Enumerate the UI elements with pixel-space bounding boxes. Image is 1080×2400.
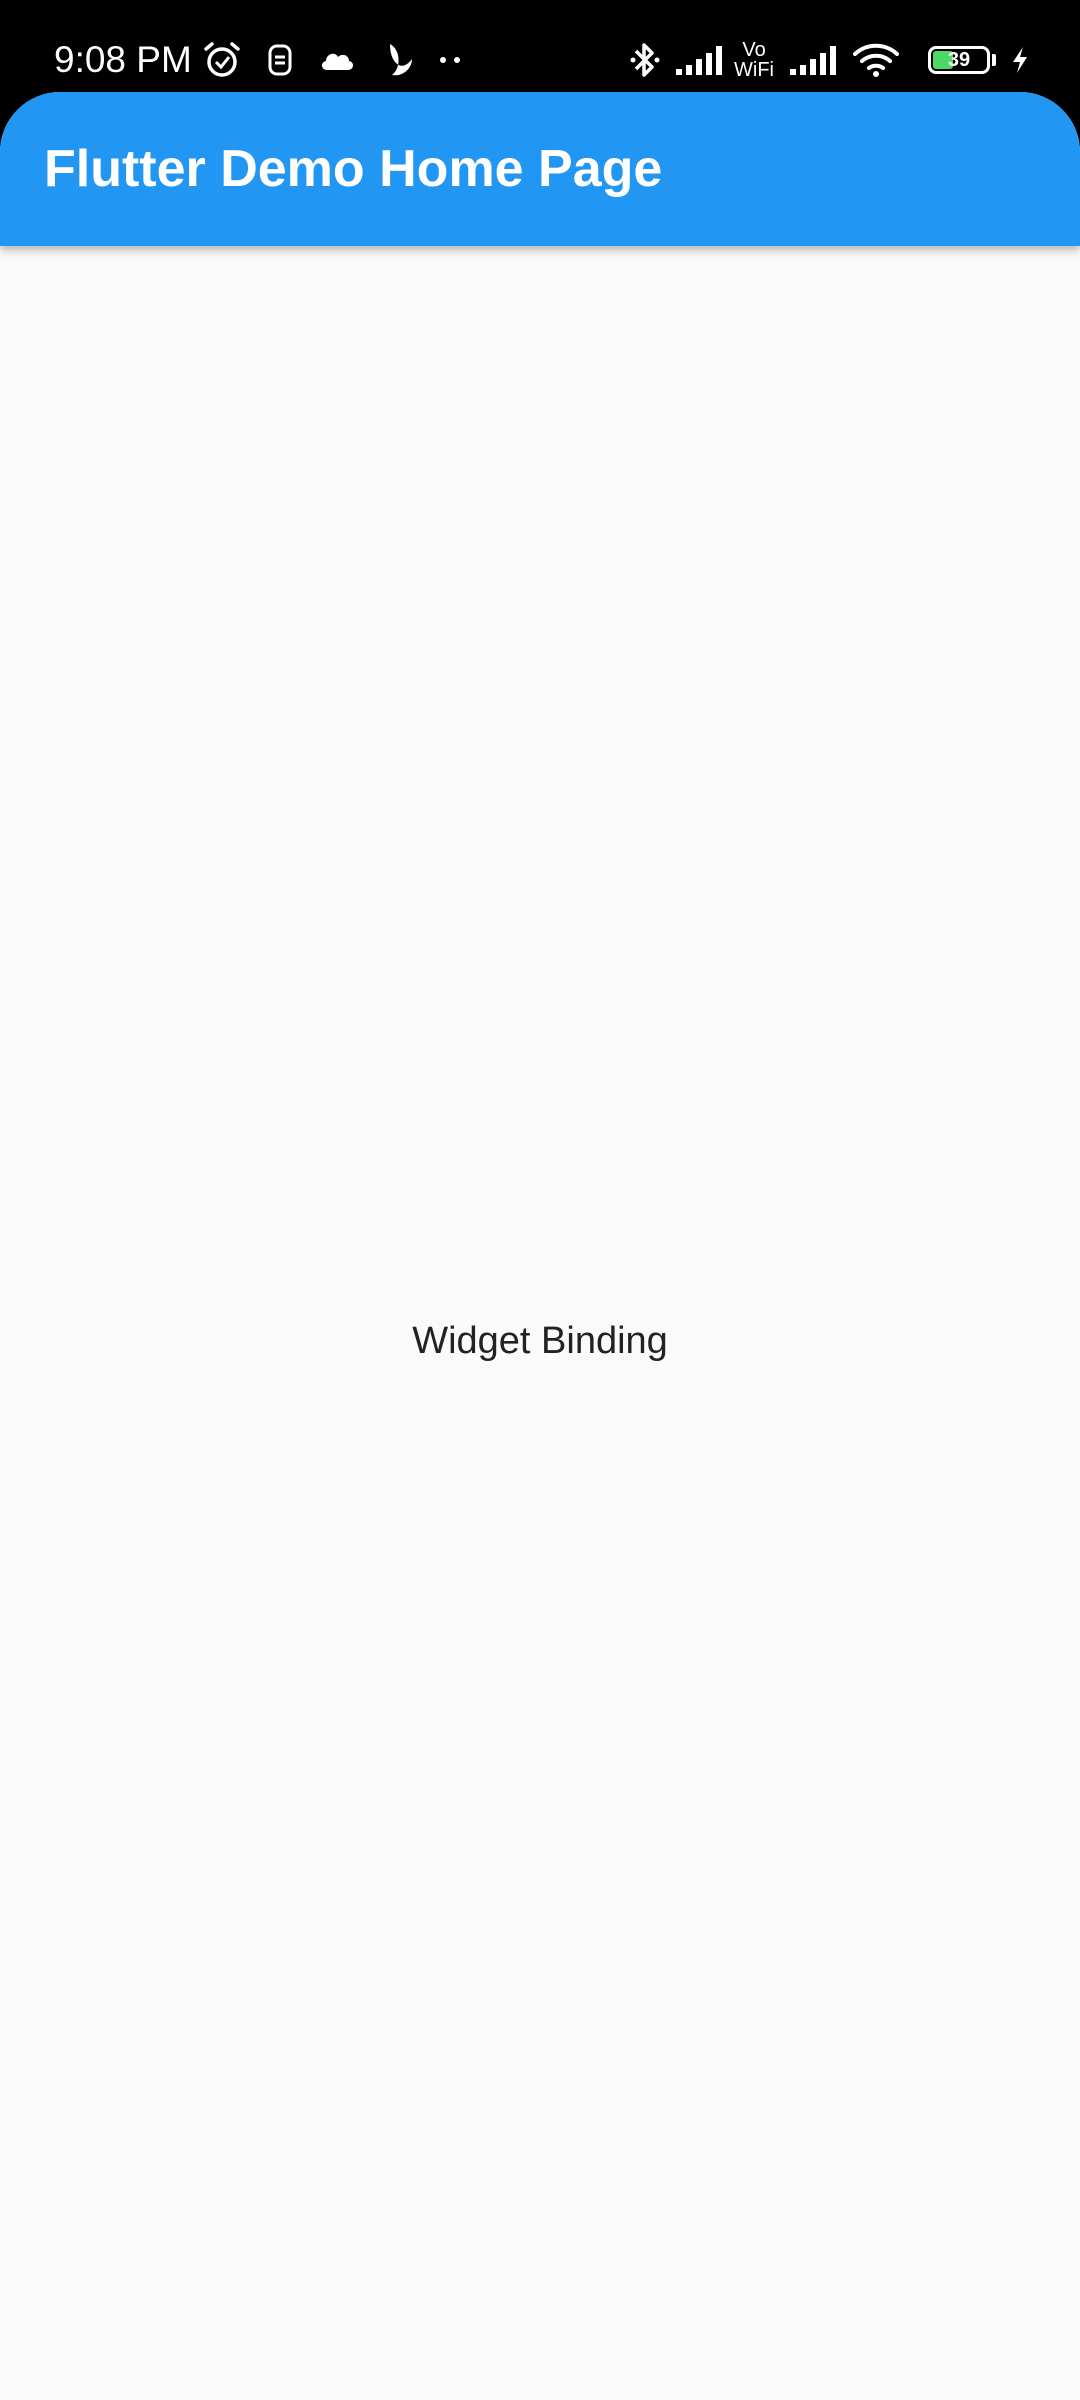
phone-screen: 9:08 PM Vo WiFi 39 Flutter Demo Home Pag…: [0, 0, 1080, 2400]
sim-toolkit-icon: [266, 42, 294, 78]
vowifi-line2: WiFi: [734, 59, 774, 81]
do-not-disturb-moon-icon: [380, 41, 414, 79]
status-time: 9:08 PM: [54, 39, 192, 80]
battery-tip: [992, 54, 996, 66]
signal-strength-2-icon: [788, 43, 838, 77]
vowifi-icon: Vo WiFi: [734, 40, 774, 80]
alarm-icon: [202, 40, 242, 80]
app-bar: Flutter Demo Home Page: [0, 92, 1080, 246]
charging-bolt-icon: [1010, 45, 1030, 75]
status-bar: 9:08 PM Vo WiFi 39: [0, 0, 1080, 92]
more-notifications-icon: [438, 55, 462, 65]
cloud-icon: [318, 46, 356, 74]
app-surface: Flutter Demo Home Page Widget Binding: [0, 92, 1080, 2400]
app-bar-title: Flutter Demo Home Page: [44, 140, 663, 198]
vowifi-line1: Vo: [742, 39, 766, 61]
battery-icon: 39: [910, 46, 996, 74]
bluetooth-icon: [630, 40, 660, 80]
signal-strength-icon: [674, 43, 724, 77]
battery-body: 39: [928, 46, 990, 74]
widget-binding-text: Widget Binding: [412, 1320, 668, 1362]
wifi-icon: [852, 42, 900, 78]
battery-level: 39: [947, 48, 971, 71]
